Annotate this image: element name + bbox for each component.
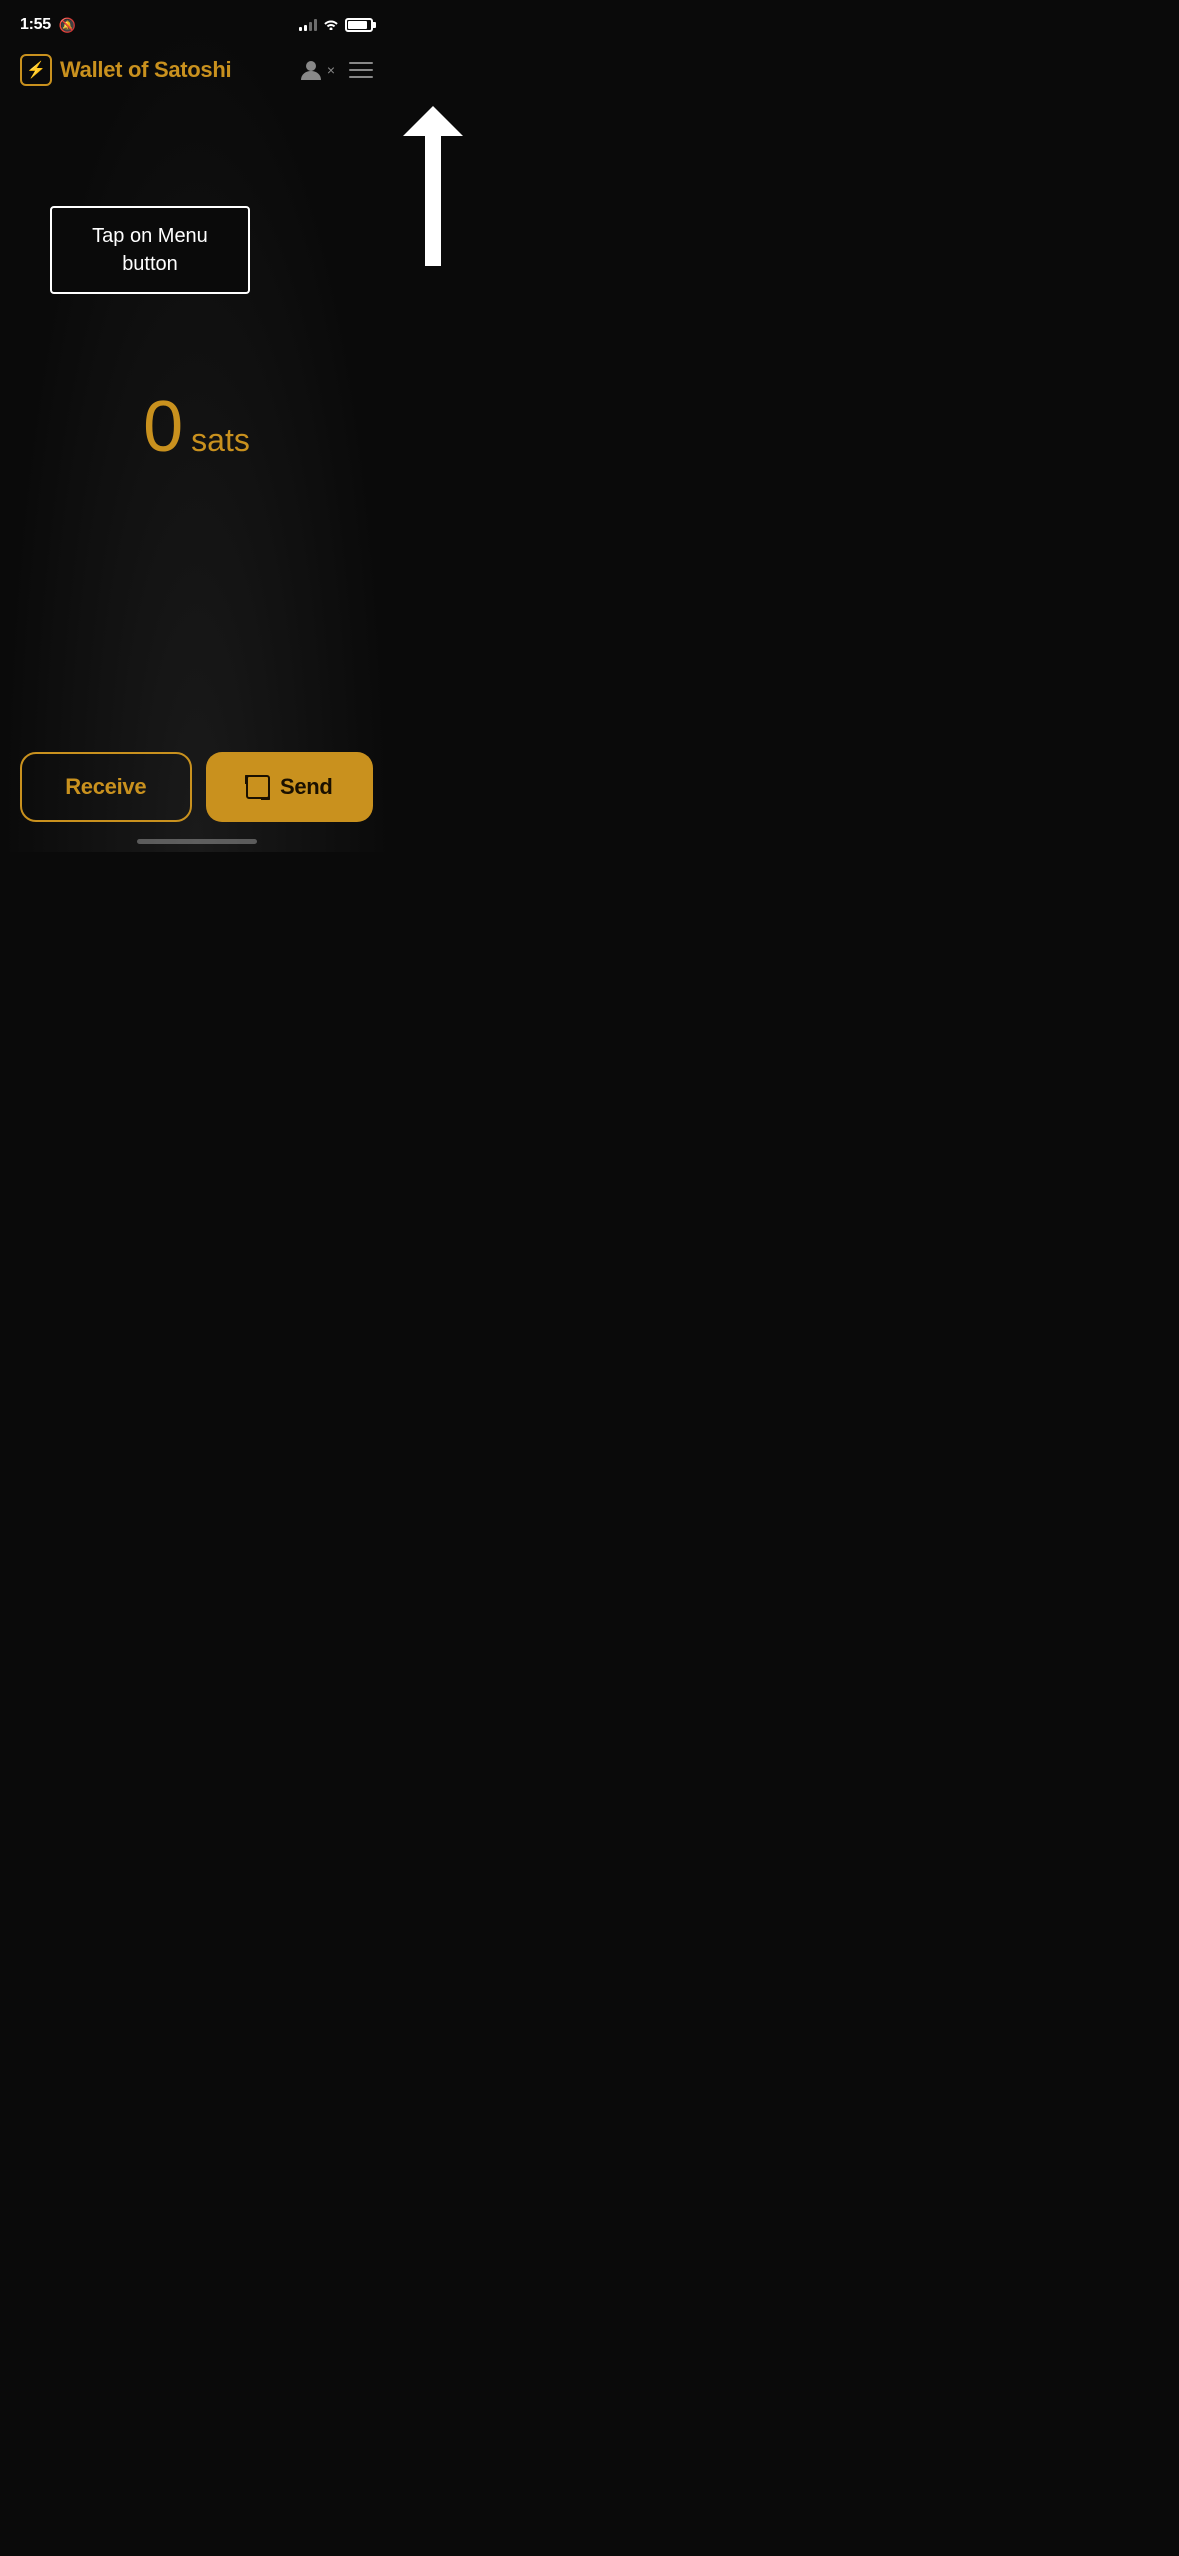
tutorial-tooltip: Tap on Menu button [50, 206, 250, 294]
header-icons: × [297, 56, 373, 84]
tutorial-overlay: Tap on Menu button [0, 96, 393, 356]
status-icons [299, 17, 373, 33]
home-indicator [137, 839, 257, 844]
receive-button[interactable]: Receive [20, 752, 192, 822]
battery-icon [345, 18, 373, 32]
status-bar: 1:55 🔕 [0, 0, 393, 44]
balance-display: 0 sats [0, 356, 393, 468]
logo-area: ⚡ Wallet of Satoshi [20, 54, 231, 86]
balance-unit: sats [191, 422, 250, 459]
wifi-icon [323, 17, 339, 33]
app-title: Wallet of Satoshi [60, 57, 231, 83]
balance-amount: 0 [143, 386, 181, 468]
bell-slash-icon: 🔕 [59, 17, 76, 34]
scan-icon [246, 775, 270, 799]
lightning-icon: ⚡ [20, 54, 52, 86]
status-time: 1:55 [20, 16, 51, 34]
signal-icon [299, 19, 317, 31]
send-label: Send [280, 774, 333, 800]
send-button[interactable]: Send [206, 752, 374, 822]
user-profile-button[interactable]: × [297, 56, 335, 84]
x-badge: × [327, 62, 335, 78]
tooltip-text: Tap on Menu button [92, 225, 208, 275]
action-buttons: Receive Send [0, 752, 393, 822]
app-header: ⚡ Wallet of Satoshi × [0, 44, 393, 96]
menu-button[interactable] [349, 62, 373, 78]
